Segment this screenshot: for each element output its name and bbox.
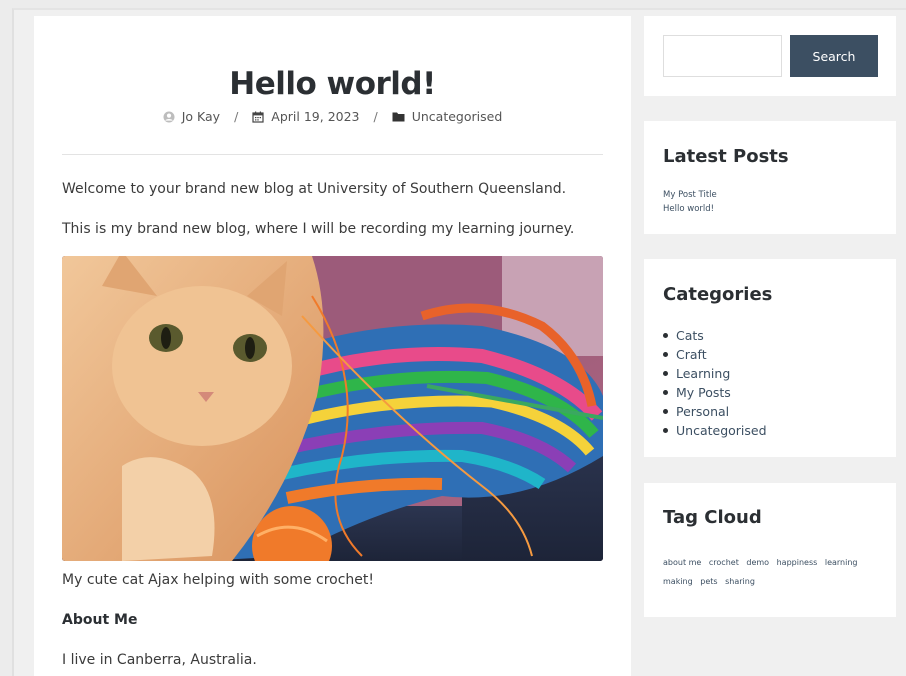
tag-link[interactable]: about me (663, 558, 701, 567)
categories-list: Cats Craft Learning My Posts Personal Un… (663, 326, 767, 440)
post-author: Jo Kay (163, 109, 220, 124)
category-link[interactable]: Uncategorised (412, 109, 503, 124)
list-item: Learning (663, 364, 767, 383)
category-item-personal[interactable]: Personal (676, 402, 729, 421)
bullet-icon (663, 428, 668, 433)
tag-link[interactable]: sharing (725, 577, 755, 586)
post-paragraph: This is my brand new blog, where I will … (62, 221, 575, 237)
categories-widget: Categories Cats Craft Learning My Posts … (644, 259, 896, 457)
bullet-icon (663, 352, 668, 357)
date-link[interactable]: April 19, 2023 (271, 109, 359, 124)
bullet-icon (663, 390, 668, 395)
latest-post-link[interactable]: Hello world! (663, 204, 714, 214)
author-link[interactable]: Jo Kay (182, 109, 220, 124)
list-item: Cats (663, 326, 767, 345)
post-date: April 19, 2023 (252, 109, 360, 124)
bullet-icon (663, 333, 668, 338)
widget-title: Latest Posts (663, 146, 789, 167)
list-item: My Posts (663, 383, 767, 402)
image-caption: My cute cat Ajax helping with some croch… (62, 572, 375, 588)
search-widget: Search (644, 16, 896, 96)
cat-crochet-photo (62, 256, 603, 561)
category-item-my-posts[interactable]: My Posts (676, 383, 731, 402)
category-item-uncategorised[interactable]: Uncategorised (676, 421, 767, 440)
bullet-icon (663, 409, 668, 414)
user-avatar-icon (163, 111, 175, 123)
post-paragraph: Welcome to your brand new blog at Univer… (62, 181, 567, 197)
latest-post-link[interactable]: My Post Title (663, 190, 717, 200)
search-input[interactable] (663, 35, 782, 77)
title-divider (62, 154, 603, 155)
list-item: Uncategorised (663, 421, 767, 440)
latest-posts-list: My Post Title Hello world! (663, 188, 717, 216)
folder-icon (392, 111, 405, 122)
list-item: Craft (663, 345, 767, 364)
meta-separator: / (373, 109, 378, 124)
list-item: My Post Title (663, 188, 717, 202)
widget-title: Categories (663, 284, 773, 305)
about-heading: About Me (62, 612, 138, 628)
category-item-craft[interactable]: Craft (676, 345, 707, 364)
tag-link[interactable]: pets (700, 577, 717, 586)
category-item-learning[interactable]: Learning (676, 364, 730, 383)
tag-link[interactable]: demo (746, 558, 769, 567)
category-item-cats[interactable]: Cats (676, 326, 704, 345)
tag-cloud-widget: Tag Cloud about me crochet demo happines… (644, 483, 896, 617)
widget-title: Tag Cloud (663, 507, 762, 528)
tag-link[interactable]: learning (825, 558, 858, 567)
about-text: I live in Canberra, Australia. (62, 652, 257, 668)
latest-posts-widget: Latest Posts My Post Title Hello world! (644, 121, 896, 234)
list-item: Personal (663, 402, 767, 421)
tag-link[interactable]: happiness (777, 558, 818, 567)
bullet-icon (663, 371, 668, 376)
calendar-icon (252, 111, 264, 123)
post-category: Uncategorised (392, 109, 503, 124)
tag-link[interactable]: crochet (709, 558, 739, 567)
post-title: Hello world! (229, 66, 436, 102)
post-article: Hello world! Jo Kay / April 19, 2023 / U… (34, 16, 631, 676)
list-item: Hello world! (663, 202, 717, 216)
search-button[interactable]: Search (790, 35, 878, 77)
tag-cloud: about me crochet demo happiness learning… (663, 553, 878, 591)
tag-link[interactable]: making (663, 577, 693, 586)
post-meta: Jo Kay / April 19, 2023 / Uncategorised (34, 109, 631, 124)
meta-separator: / (234, 109, 239, 124)
